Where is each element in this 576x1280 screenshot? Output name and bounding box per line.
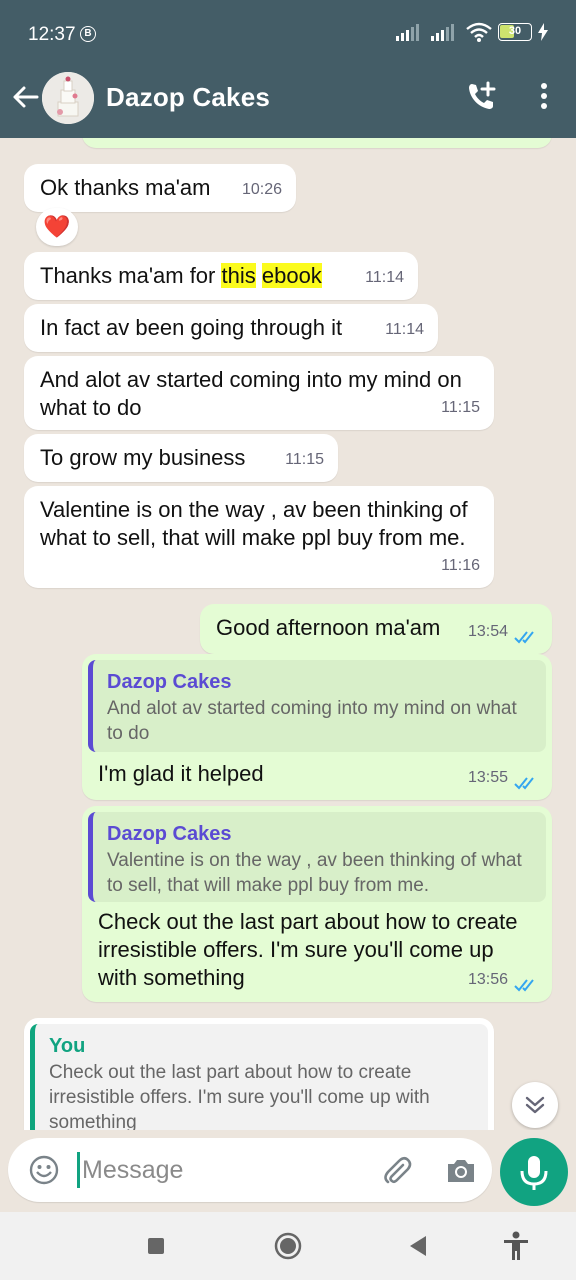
- signal-icon: [396, 23, 419, 41]
- mic-icon: [520, 1156, 548, 1190]
- attach-icon[interactable]: [380, 1154, 414, 1188]
- quote-author: Dazop Cakes: [107, 823, 232, 845]
- message-text: I'm glad it helped: [98, 761, 264, 786]
- more-vert-icon[interactable]: [532, 82, 556, 110]
- quoted-message[interactable]: Dazop Cakes And alot av started coming i…: [88, 660, 546, 752]
- message-incoming[interactable]: In fact av been going through it 11:14: [24, 304, 438, 352]
- battery-icon: 30: [498, 23, 532, 41]
- message-text: Thanks ma'am for: [40, 263, 222, 288]
- message-outgoing-reply[interactable]: Dazop Cakes Valentine is on the way , av…: [82, 806, 552, 1002]
- chevron-double-down-icon: [525, 1096, 545, 1114]
- system-nav-bar: [0, 1212, 576, 1280]
- reaction-heart[interactable]: ❤️: [36, 208, 78, 246]
- status-indicators: 30: [396, 22, 548, 42]
- message-time: 11:15: [441, 399, 480, 416]
- message-time: 13:55: [467, 769, 508, 786]
- message-incoming[interactable]: And alot av started coming into my mind …: [24, 356, 494, 430]
- status-time: 12:37: [28, 24, 76, 45]
- avatar[interactable]: [42, 72, 94, 124]
- message-outgoing[interactable]: Good afternoon ma'am 13:54: [200, 604, 552, 654]
- composer-bar: [0, 1130, 576, 1212]
- mic-button[interactable]: [500, 1138, 568, 1206]
- message-time: 13:54: [467, 623, 508, 640]
- message-outgoing-reply[interactable]: Dazop Cakes And alot av started coming i…: [82, 654, 552, 800]
- message-incoming-reply[interactable]: You Check out the last part about how to…: [24, 1018, 494, 1138]
- signal-2-icon: [431, 23, 454, 41]
- chat-header: Dazop Cakes: [0, 68, 576, 138]
- camera-icon[interactable]: [444, 1154, 478, 1188]
- quote-text: Check out the last part about how to cre…: [49, 1062, 430, 1133]
- message-text: And alot av started coming into my mind …: [40, 367, 462, 420]
- back-arrow-icon[interactable]: [10, 82, 40, 112]
- message-incoming[interactable]: Thanks ma'am for this ebook 11:14: [24, 252, 418, 300]
- message-text: Valentine is on the way , av been thinki…: [40, 497, 468, 550]
- message-text: Ok thanks ma'am: [40, 175, 211, 200]
- scroll-to-bottom-button[interactable]: [512, 1082, 558, 1128]
- message-text: Good afternoon ma'am: [216, 615, 441, 640]
- highlighted-word: ebook: [261, 263, 322, 288]
- notification-badge-icon: B: [80, 26, 96, 42]
- quote-text: Valentine is on the way , av been thinki…: [107, 850, 522, 896]
- message-outgoing-partial[interactable]: [82, 138, 552, 148]
- charging-icon: [538, 23, 548, 41]
- battery-level: 30: [508, 25, 522, 37]
- quote-author: You: [49, 1035, 86, 1057]
- message-time: 11:14: [385, 321, 424, 338]
- message-text: In fact av been going through it: [40, 315, 343, 340]
- read-receipt-icon: [514, 631, 534, 644]
- message-incoming[interactable]: Valentine is on the way , av been thinki…: [24, 486, 494, 588]
- message-text: Check out the last part about how to cre…: [98, 909, 518, 990]
- message-incoming[interactable]: Ok thanks ma'am 10:26: [24, 164, 296, 212]
- message-time: 11:16: [441, 557, 480, 574]
- message-time: 11:14: [365, 269, 404, 286]
- message-time: 11:15: [285, 451, 324, 468]
- message-time: 10:26: [241, 181, 282, 198]
- message-time: 13:56: [467, 971, 508, 988]
- message-text: To grow my business: [40, 445, 246, 470]
- cake-avatar-icon: [42, 72, 94, 124]
- contact-name[interactable]: Dazop Cakes: [106, 82, 270, 113]
- quote-author: Dazop Cakes: [107, 671, 232, 693]
- highlighted-word: this: [221, 263, 256, 288]
- chat-area[interactable]: Ok thanks ma'am 10:26 ❤️ Thanks ma'am fo…: [0, 138, 576, 1138]
- quote-text: And alot av started coming into my mind …: [107, 698, 517, 744]
- read-receipt-icon: [514, 777, 534, 790]
- emoji-icon[interactable]: [28, 1154, 60, 1186]
- accessibility-icon[interactable]: [500, 1230, 532, 1262]
- read-receipt-icon: [514, 979, 534, 992]
- message-input[interactable]: [82, 1152, 372, 1188]
- text-cursor: [77, 1152, 80, 1188]
- quoted-message[interactable]: You Check out the last part about how to…: [30, 1024, 488, 1138]
- back-icon[interactable]: [402, 1230, 434, 1262]
- wifi-icon: [466, 22, 492, 42]
- add-call-icon[interactable]: [466, 80, 498, 112]
- message-incoming[interactable]: To grow my business 11:15: [24, 434, 338, 482]
- home-icon[interactable]: [272, 1230, 304, 1262]
- status-bar: 12:37 B 30: [0, 0, 576, 68]
- recents-icon[interactable]: [140, 1230, 172, 1262]
- message-input-container[interactable]: [8, 1138, 492, 1202]
- quoted-message[interactable]: Dazop Cakes Valentine is on the way , av…: [88, 812, 546, 902]
